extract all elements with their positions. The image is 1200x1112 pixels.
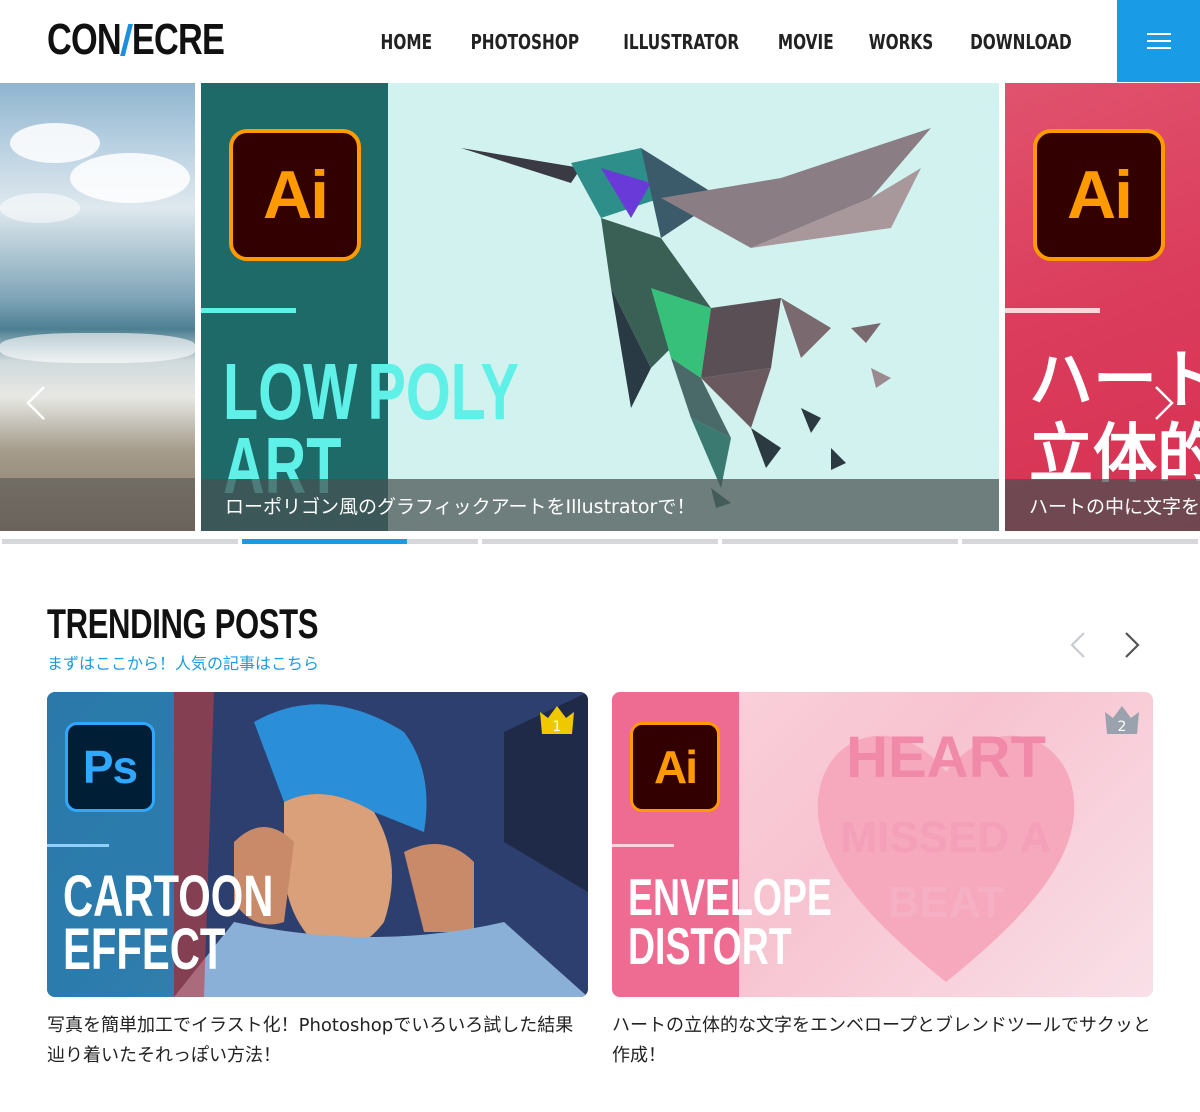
photoshop-badge-icon: Ps: [65, 722, 155, 812]
trending-card-2[interactable]: HEART MISSED A BEAT Ai ENVELOPE DISTORT …: [612, 692, 1153, 997]
logo-text-left: CON: [47, 15, 122, 64]
accent-line: [201, 308, 296, 313]
hamburger-menu-button[interactable]: [1117, 0, 1200, 82]
hero-slider: Ai LOW POLY ART ローポリゴン風のグラフィックアートをIllust…: [0, 83, 1200, 531]
main-nav: HOME PHOTOSHOP ILLUSTRATOR MOVIE WORKS D…: [364, 26, 1082, 58]
card-title: CARTOON EFFECT: [63, 864, 274, 983]
hamburger-icon-bar: [1146, 33, 1171, 35]
low-poly-hummingbird-image: [461, 128, 931, 508]
slider-progress-5[interactable]: [962, 539, 1198, 544]
illustrator-badge-icon: Ai: [1033, 129, 1165, 261]
slide-beach[interactable]: [0, 83, 195, 531]
nav-photoshop[interactable]: PHOTOSHOP: [460, 26, 589, 58]
nav-works[interactable]: WORKS: [858, 26, 943, 58]
slider-progress-fill: [242, 539, 408, 544]
card-title-line-1: ENVELOPE: [628, 869, 832, 927]
slide-caption: ローポリゴン風のグラフィックアートをIllustratorで！: [201, 479, 999, 531]
trending-next-arrow-icon[interactable]: [1122, 630, 1142, 660]
slider-progress-4[interactable]: [722, 539, 958, 544]
trending-title: TRENDING POSTS: [47, 600, 319, 647]
caption-bar: [0, 478, 195, 531]
nav-home[interactable]: HOME: [371, 26, 443, 58]
card-2-description[interactable]: ハートの立体的な文字をエンベロープとブレンドツールでサクッと作成！: [612, 1011, 1153, 1071]
slide-heart-3d[interactable]: Ai ハート 立体的 ハートの中に文字を: [1005, 83, 1200, 531]
trending-subtitle: まずはここから！人気の記事はこちら: [47, 654, 320, 673]
nav-download[interactable]: DOWNLOAD: [960, 26, 1073, 58]
illustrator-badge-icon: Ai: [630, 722, 720, 812]
cloud-image: [0, 193, 80, 223]
accent-line: [47, 844, 109, 847]
nav-illustrator[interactable]: ILLUSTRATOR: [613, 26, 749, 58]
nav-movie[interactable]: MOVIE: [768, 26, 844, 58]
hamburger-icon-bar: [1146, 47, 1171, 49]
art-text-missed: MISSED A: [840, 813, 1051, 862]
cloud-image: [70, 153, 190, 203]
card-title-line-2: DISTORT: [628, 918, 792, 977]
site-logo[interactable]: CON ECRE: [47, 15, 225, 64]
wave-foam-image: [0, 333, 195, 363]
rank-crown-icon: 1: [540, 706, 574, 735]
slider-progress-2[interactable]: [242, 539, 478, 544]
rank-number: 2: [1118, 719, 1127, 735]
accent-line: [612, 844, 674, 847]
rank-crown-icon: 2: [1105, 706, 1139, 735]
card-title-line-2: EFFECT: [63, 917, 226, 983]
card-1-description[interactable]: 写真を簡単加工でイラスト化！Photoshopでいろいろ試した結果辿り着いたそれ…: [47, 1011, 588, 1071]
illustrator-badge-icon: Ai: [229, 129, 361, 261]
slider-progress-3[interactable]: [482, 539, 718, 544]
art-text-heart: HEART: [846, 725, 1046, 790]
trending-prev-arrow-icon[interactable]: [1068, 630, 1088, 660]
trending-card-1[interactable]: Ps CARTOON EFFECT 1: [47, 692, 588, 997]
site-header: CON ECRE HOME PHOTOSHOP ILLUSTRATOR MOVI…: [0, 0, 1200, 82]
slide-caption: ハートの中に文字を: [1005, 479, 1200, 531]
accent-line: [1005, 308, 1100, 313]
slider-next-arrow-icon[interactable]: [1152, 383, 1176, 423]
cloud-image: [10, 123, 100, 163]
card-title: ENVELOPE DISTORT: [628, 869, 832, 977]
rank-number: 1: [553, 719, 562, 735]
card-title-line-1: CARTOON: [63, 864, 274, 929]
art-text-beat: BEAT: [888, 878, 1005, 927]
slide-low-poly-art[interactable]: Ai LOW POLY ART ローポリゴン風のグラフィックアートをIllust…: [201, 83, 999, 531]
slider-progress-1[interactable]: [2, 539, 238, 544]
slider-prev-arrow-icon[interactable]: [24, 383, 48, 423]
logo-text-right: ECRE: [131, 15, 225, 64]
hamburger-icon-bar: [1146, 40, 1171, 42]
